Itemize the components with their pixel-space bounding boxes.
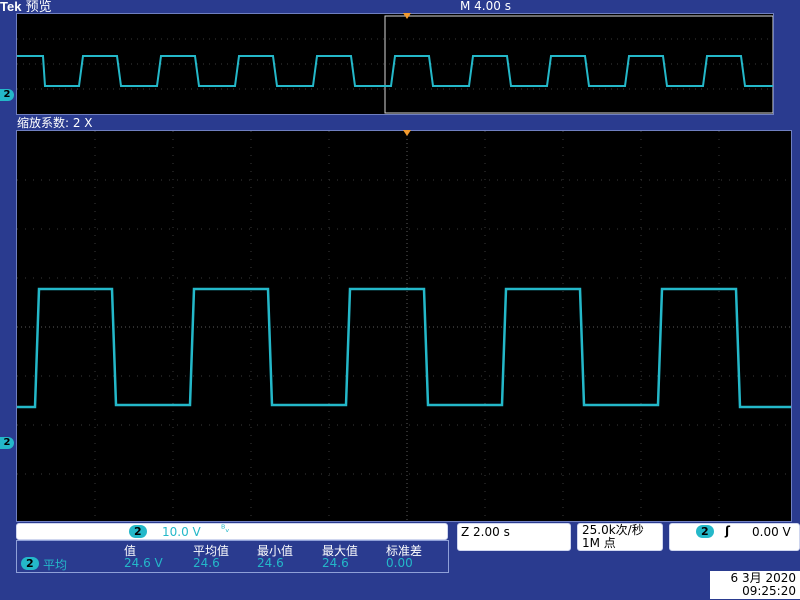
zoom-time-value: Z 2.00 s [461, 525, 510, 539]
datetime-box: 6 3月 2020 09:25:20 [710, 571, 800, 599]
main-waveform-trace [17, 287, 791, 409]
channel-settings-box[interactable]: 2 10.0 V ᴮᵥ [16, 523, 448, 540]
trigger-channel-chip: 2 [696, 525, 714, 538]
main-trigger-marker-icon[interactable] [403, 130, 411, 136]
main-waveform-graticule[interactable] [16, 130, 792, 522]
bandwidth-limit-icon: ᴮᵥ [221, 524, 230, 535]
measurement-channel-chip: 2 [21, 557, 39, 570]
channel-scale: 10.0 V [162, 525, 201, 539]
trigger-box[interactable]: 2 ʃ 0.00 V [669, 523, 800, 551]
overview-waveform-pane[interactable] [16, 13, 774, 115]
overview-trace [17, 55, 773, 87]
zoom-time-box[interactable]: Z 2.00 s [457, 523, 571, 551]
time-display: 09:25:20 [742, 584, 796, 598]
record-length: 1M 点 [582, 536, 616, 550]
channel-chip: 2 [129, 525, 147, 538]
value-current: 24.6 V [124, 556, 163, 570]
value-stddev: 0.00 [386, 556, 413, 570]
trigger-level: 0.00 V [752, 525, 791, 539]
brand-logo: Tek [0, 0, 22, 14]
acquisition-box[interactable]: 25.0k次/秒 1M 点 [577, 523, 663, 551]
main-waveform-svg [17, 131, 791, 521]
measurement-type: 平均 [43, 558, 68, 572]
rising-edge-icon: ʃ [725, 524, 730, 538]
overview-trigger-marker-icon[interactable] [403, 13, 411, 19]
channel-2-marker-main[interactable]: 2 [0, 437, 14, 449]
value-min: 24.6 [257, 556, 284, 570]
timebase-readout[interactable]: M 4.00 s [460, 0, 511, 13]
measurement-panel[interactable]: 值 平均值 最小值 最大值 标准差 2 平均 24.6 V 24.6 24.6 … [16, 540, 449, 573]
overview-waveform-svg [17, 15, 774, 114]
value-mean: 24.6 [193, 556, 220, 570]
channel-2-marker-overview[interactable]: 2 [0, 89, 14, 101]
zoom-factor-label: 缩放系数: 2 X [17, 116, 93, 130]
value-max: 24.6 [322, 556, 349, 570]
